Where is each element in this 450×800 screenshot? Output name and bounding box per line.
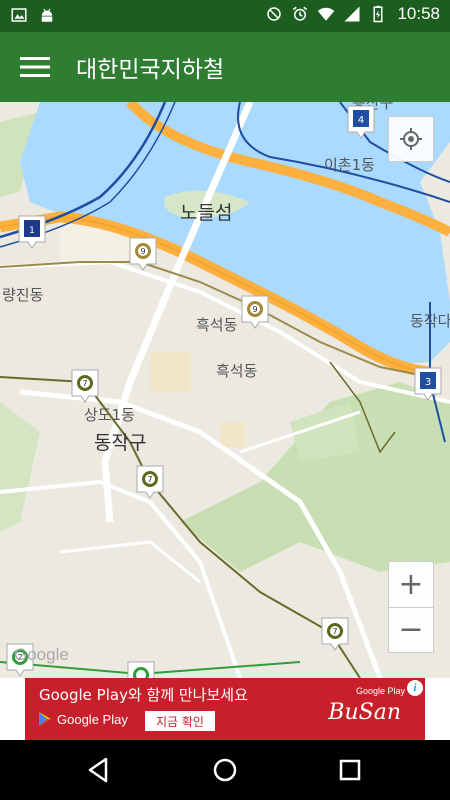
menu-button[interactable] [14, 48, 56, 86]
station-marker[interactable]: 9 [240, 294, 270, 330]
station-marker[interactable]: 7 [70, 368, 100, 404]
image-icon [10, 6, 28, 24]
ad-google-play: Google Play [37, 711, 128, 727]
zoom-in-button[interactable]: + [388, 561, 434, 607]
station-marker[interactable]: 7 [320, 616, 350, 652]
home-icon [213, 758, 237, 782]
map-label-dongjak: 동작다 [410, 312, 450, 330]
wifi-icon [317, 5, 335, 23]
google-logo: Google [14, 645, 69, 664]
svg-text:1: 1 [29, 226, 35, 236]
google-play-icon [39, 712, 51, 726]
station-marker[interactable]: 1 [17, 214, 47, 250]
home-button[interactable] [210, 755, 240, 785]
status-time: 10:58 [397, 4, 440, 23]
svg-text:9: 9 [140, 247, 145, 256]
ad-info-icon[interactable]: i [407, 680, 423, 696]
station-marker[interactable]: 7 [135, 464, 165, 500]
ad-banner[interactable]: Google Play와 함께 만나보세요 Google Play 지금 확인 … [0, 678, 450, 740]
back-button[interactable] [84, 755, 114, 785]
minus-icon: − [398, 612, 424, 647]
zoom-out-button[interactable]: − [388, 607, 434, 653]
system-nav-bar [0, 740, 450, 800]
station-marker[interactable]: 3 [413, 366, 443, 402]
ad-store-small: Google Play [355, 686, 405, 696]
recents-icon [339, 759, 361, 781]
ad-cta-button[interactable]: 지금 확인 [145, 711, 215, 731]
my-location-button[interactable] [388, 116, 434, 162]
map-label-dongjakgu: 동작구 [94, 432, 147, 454]
hamburger-menu-icon [20, 57, 50, 77]
android-icon [38, 6, 56, 24]
map-label-noryangjindong: 량진동 [2, 286, 44, 304]
svg-text:7: 7 [332, 627, 337, 636]
station-marker[interactable]: 9 [128, 236, 158, 272]
map-view[interactable]: 노들섬 이촌1동 량진동 흑석동 흑석동 동작다 상도1동 동작구 용산구 4 … [0, 102, 450, 678]
battery-icon [369, 5, 387, 23]
app-bar: 대한민국지하철 [0, 32, 450, 102]
svg-text:7: 7 [147, 475, 152, 484]
station-marker[interactable]: 4 [346, 104, 376, 140]
svg-text:9: 9 [252, 305, 257, 314]
svg-text:4: 4 [358, 115, 364, 126]
back-icon [88, 757, 108, 783]
app-title: 대한민국지하철 [76, 57, 225, 83]
map-canvas [0, 102, 450, 678]
plus-icon: + [398, 566, 424, 602]
crosshair-icon [400, 128, 422, 150]
ad-content[interactable]: Google Play와 함께 만나보세요 Google Play 지금 확인 … [25, 678, 425, 740]
map-label-nodeulseom: 노들섬 [180, 202, 233, 224]
map-label-ichon1dong: 이촌1동 [324, 156, 375, 174]
svg-text:3: 3 [425, 377, 431, 388]
ad-headline: Google Play와 함께 만나보세요 [39, 686, 248, 704]
map-label-heukseokdong-upper: 흑석동 [196, 316, 238, 334]
status-bar: 10:58 [0, 0, 450, 32]
map-label-heukseokdong: 흑석동 [216, 362, 258, 380]
alarm-icon [291, 5, 309, 23]
ad-store-label: Google Play [57, 711, 128, 727]
svg-text:7: 7 [82, 379, 87, 388]
recents-button[interactable] [335, 755, 365, 785]
station-marker[interactable] [126, 660, 156, 678]
do-not-disturb-icon [265, 5, 283, 23]
ad-brand-logo: BuSan [328, 700, 401, 725]
signal-icon [343, 5, 361, 23]
map-label-sangdo1dong: 상도1동 [84, 406, 135, 424]
